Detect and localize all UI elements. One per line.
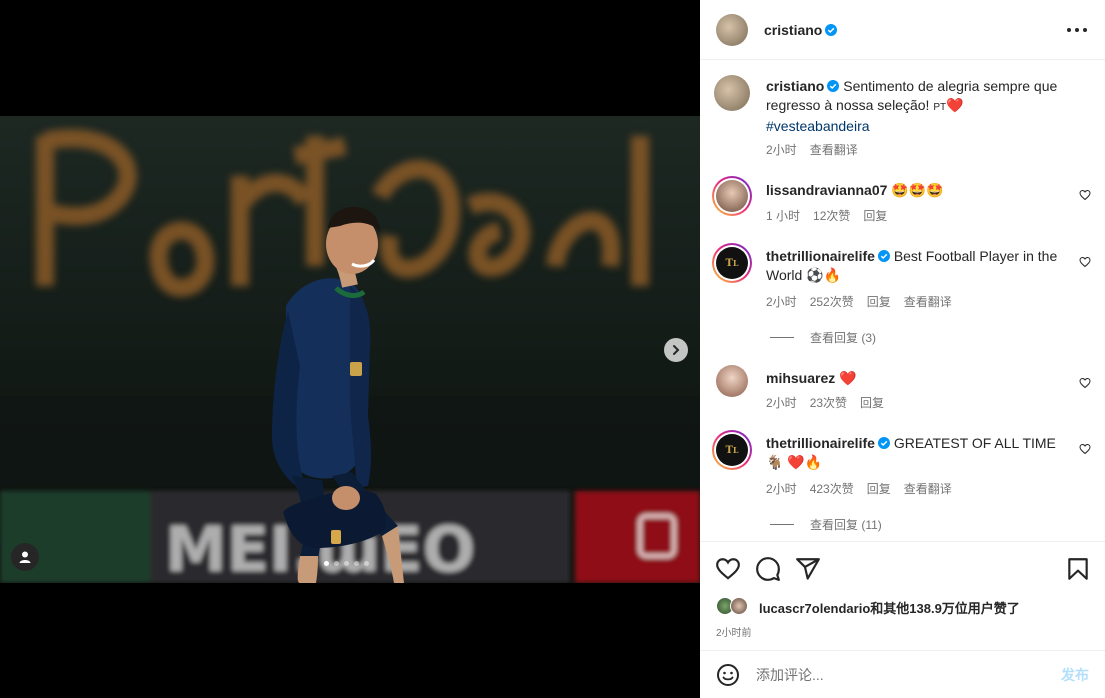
likes-text: lucascr7olendario和其他138.9万位用户赞了 [759,600,1020,616]
comment-meta: 2小时 23次赞 回复 [766,394,884,411]
hashtag-link[interactable]: #vesteabandeira [766,118,870,134]
bookmark-icon[interactable] [1065,556,1091,582]
comment-like-heart-icon[interactable] [1079,443,1091,455]
comment-username[interactable]: lissandravianna07 [766,182,887,198]
caption-time[interactable]: 2小时 [766,141,797,158]
carousel-dot [344,561,349,566]
comment-likes[interactable]: 12次赞 [813,207,850,224]
comment-text: 🤩🤩🤩 [891,182,944,198]
view-replies-label: 查看回复 (3) [810,331,877,345]
user-tag-icon [19,551,31,563]
comment-username[interactable]: thetrillionairelife [766,248,875,264]
verified-badge-icon [825,23,838,36]
verified-badge-icon [827,80,840,92]
comment-like-heart-icon[interactable] [1079,256,1091,268]
author-username[interactable]: cristiano [764,22,822,38]
heart-emoji: ❤️ [946,97,964,113]
comment-likes[interactable]: 423次赞 [810,480,854,497]
comment-text: ❤️ [839,370,857,386]
comment-time[interactable]: 2小时 [766,480,797,497]
comment-composer: 发布 [700,650,1105,698]
comment-username[interactable]: mihsuarez [766,370,835,386]
comment-time[interactable]: 2小时 [766,394,797,411]
comment-avatar[interactable] [716,365,748,397]
likes-summary[interactable]: lucascr7olendario和其他138.9万位用户赞了 [716,597,1020,617]
verified-badge-icon [877,437,890,449]
comment-meta: 1 小时 12次赞 回复 [766,207,887,224]
verified-badge-icon [877,250,890,262]
comment-input[interactable] [756,666,1036,683]
post-media: MEI.ɯEO [0,0,700,698]
carousel-dot [364,561,369,566]
comment-time[interactable]: 2小时 [766,293,797,310]
view-replies-button[interactable]: 查看回复 (3) [770,329,876,346]
more-options-button[interactable] [1067,22,1087,38]
comment-username[interactable]: thetrillionairelife [766,435,875,451]
action-bar [700,541,1105,596]
post-header: cristiano [700,0,1105,60]
carousel-next-button[interactable] [664,338,688,362]
comment-icon[interactable] [755,556,781,582]
carousel-dot [324,561,329,566]
comment-reply-button[interactable]: 回复 [863,207,887,224]
comment-meta: 2小时 423次赞 回复 查看翻译 [766,480,952,497]
emoji-icon[interactable] [716,663,740,687]
author-avatar[interactable] [716,13,748,46]
comment-text-block: lissandravianna07 🤩🤩🤩 [766,181,1065,200]
caption-meta: 2小时 查看翻译 [766,141,858,158]
view-replies-label: 查看回复 (11) [810,518,882,532]
caption-translate[interactable]: 查看翻译 [810,141,858,158]
flag-label: PT [933,102,947,113]
comment-translate[interactable]: 查看翻译 [904,293,952,310]
carousel-dot [334,561,339,566]
liker-avatars [716,597,754,617]
send-icon[interactable] [795,556,821,582]
comment-like-heart-icon[interactable] [1079,377,1091,389]
user-tag-button[interactable] [11,543,39,571]
heart-icon[interactable] [715,556,741,582]
comment-likes[interactable]: 252次赞 [810,293,854,310]
comment-time[interactable]: 1 小时 [766,207,800,224]
comment-reply-button[interactable]: 回复 [860,394,884,411]
caption-avatar[interactable] [714,75,750,111]
post-comment-button[interactable]: 发布 [1061,665,1089,685]
comment-avatar[interactable] [712,176,752,216]
comment-likes[interactable]: 23次赞 [810,394,847,411]
comment-reply-button[interactable]: 回复 [867,293,891,310]
caption-text-block: cristiano Sentimento de alegria sempre q… [766,77,1075,136]
comment-text-block: thetrillionairelife Best Football Player… [766,247,1065,285]
post-time[interactable]: 2小时前 [716,624,752,639]
comment-like-heart-icon[interactable] [1079,189,1091,201]
chevron-right-icon [673,345,680,355]
caption-username[interactable]: cristiano [766,78,824,94]
carousel-dots [324,561,369,566]
view-replies-button[interactable]: 查看回复 (11) [770,516,882,533]
comment-meta: 2小时 252次赞 回复 查看翻译 [766,293,952,310]
post-photo[interactable]: MEI.ɯEO [0,116,700,583]
comment-reply-button[interactable]: 回复 [867,480,891,497]
post-panel: cristiano cristiano Sentimento de alegri… [700,0,1105,698]
comment-avatar[interactable]: TL [712,430,752,470]
comment-text-block: thetrillionairelife GREATEST OF ALL TIME… [766,434,1065,472]
carousel-dot [354,561,359,566]
comment-translate[interactable]: 查看翻译 [904,480,952,497]
comment-avatar[interactable]: TL [712,243,752,283]
comment-text-block: mihsuarez ❤️ [766,369,1065,388]
comments-list[interactable]: cristiano Sentimento de alegria sempre q… [700,61,1105,541]
